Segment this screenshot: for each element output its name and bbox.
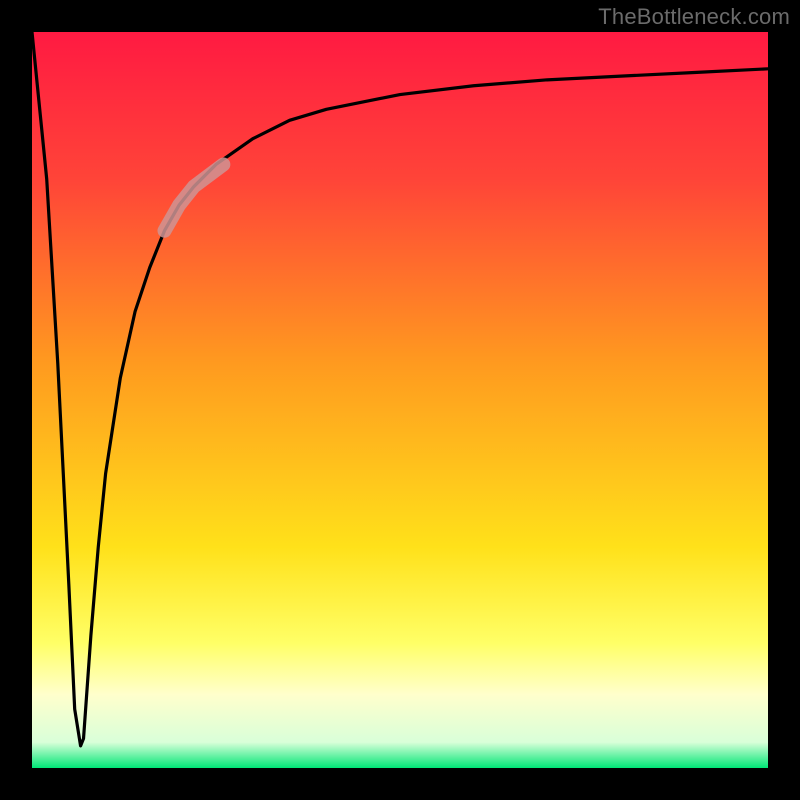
bottleneck-curve [32, 32, 768, 746]
plot-area [32, 32, 768, 768]
curve-layer [32, 32, 768, 768]
highlight-segment [164, 164, 223, 230]
chart-stage: TheBottleneck.com [0, 0, 800, 800]
attribution-text: TheBottleneck.com [598, 4, 790, 30]
